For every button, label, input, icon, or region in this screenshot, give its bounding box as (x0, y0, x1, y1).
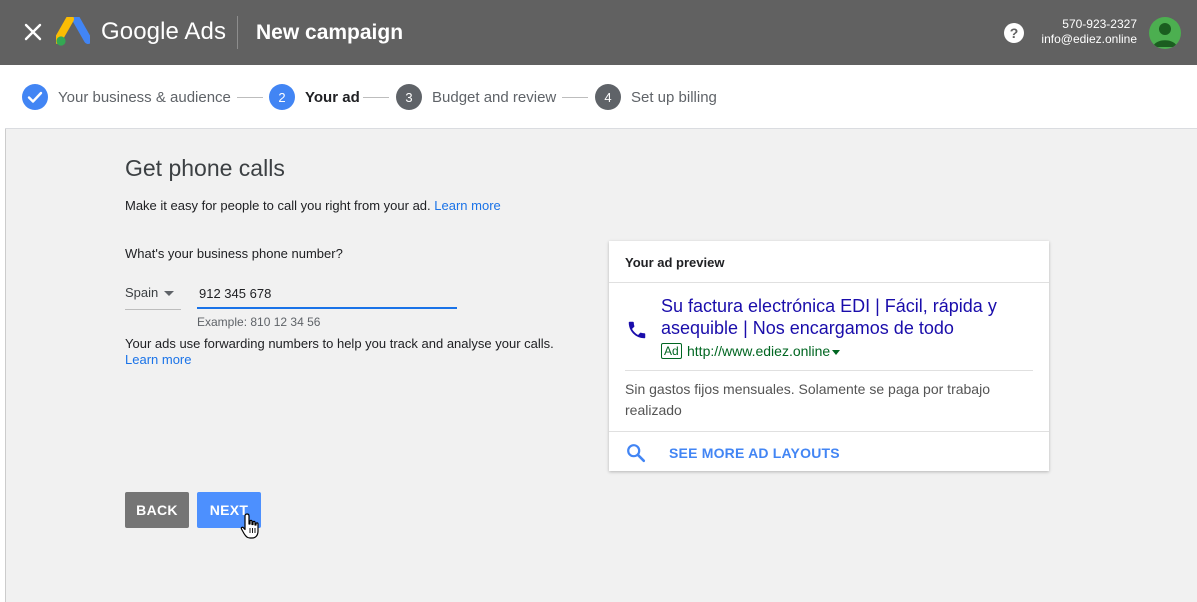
account-info[interactable]: 570-923-2327 info@ediez.online (1041, 17, 1137, 47)
phone-question-label: What's your business phone number? (125, 246, 343, 261)
ad-description: Sin gastos fijos mensuales. Solamente se… (625, 381, 990, 418)
see-more-ad-layouts-button[interactable]: SEE MORE AD LAYOUTS (625, 441, 840, 465)
step-label: Set up billing (631, 88, 717, 106)
step-connector (363, 97, 389, 98)
forwarding-learn-more-link[interactable]: Learn more (125, 352, 191, 367)
card-footer-divider (609, 431, 1049, 432)
step-label: Your business & audience (58, 88, 231, 106)
ad-preview-header: Your ad preview (609, 241, 1049, 283)
campaign-stepper: Your business & audience 2 Your ad 3 Bud… (5, 65, 1197, 129)
help-icon[interactable]: ? (1003, 22, 1025, 44)
dropdown-arrow-icon (164, 291, 174, 296)
page-title: New campaign (256, 21, 404, 44)
avatar[interactable] (1149, 17, 1181, 49)
ad-display-url[interactable]: http://www.ediez.online (687, 343, 841, 359)
back-button[interactable]: BACK (125, 492, 189, 528)
country-value: Spain (125, 285, 159, 300)
step-number: 3 (396, 84, 422, 110)
forwarding-note: Your ads use forwarding numbers to help … (125, 336, 575, 368)
section-heading: Get phone calls (125, 155, 285, 181)
step-number: 2 (269, 84, 295, 110)
search-icon (627, 444, 646, 463)
learn-more-link[interactable]: Learn more (434, 198, 500, 213)
google-ads-logo-icon (56, 17, 90, 46)
ad-preview-title: Your ad preview (625, 255, 725, 270)
step-billing[interactable]: 4 Set up billing (595, 84, 717, 110)
close-icon[interactable] (22, 21, 44, 43)
user-avatar-icon (1153, 23, 1177, 47)
step-connector (237, 97, 263, 98)
account-phone: 570-923-2327 (1062, 17, 1137, 31)
step-number: 4 (595, 84, 621, 110)
check-icon (22, 84, 48, 110)
ad-headline[interactable]: Su factura electrónica EDI | Fácil, rápi… (661, 295, 1011, 339)
step-budget-review[interactable]: 3 Budget and review (396, 84, 556, 110)
phone-number-input[interactable] (197, 280, 457, 309)
url-dropdown-icon (832, 349, 841, 355)
header-divider (237, 16, 238, 49)
svg-text:?: ? (1010, 25, 1019, 41)
ad-badge: Ad (661, 343, 682, 359)
forwarding-copy: Your ads use forwarding numbers to help … (125, 336, 554, 351)
step-label: Your ad (305, 88, 360, 106)
ad-url-text: http://www.ediez.online (687, 343, 831, 359)
ad-divider (625, 370, 1033, 371)
brand-name: Google Ads (101, 18, 227, 45)
step-your-business[interactable]: Your business & audience (22, 84, 231, 110)
step-label: Budget and review (432, 88, 557, 106)
top-app-bar: Google Ads New campaign ? 570-923-2327 i… (0, 0, 1197, 65)
see-more-label: SEE MORE AD LAYOUTS (669, 445, 840, 461)
country-select[interactable]: Spain (125, 280, 181, 310)
account-email: info@ediez.online (1041, 32, 1137, 46)
intro-text: Make it easy for people to call you righ… (125, 198, 501, 213)
hand-cursor-icon (240, 513, 259, 539)
step-your-ad[interactable]: 2 Your ad (269, 84, 360, 110)
ad-preview-card: Your ad preview Su factura electrónica E… (609, 241, 1049, 471)
phone-example-hint: Example: 810 12 34 56 (197, 315, 321, 329)
intro-copy: Make it easy for people to call you righ… (125, 198, 431, 213)
phone-icon (628, 321, 646, 339)
step-connector (562, 97, 588, 98)
